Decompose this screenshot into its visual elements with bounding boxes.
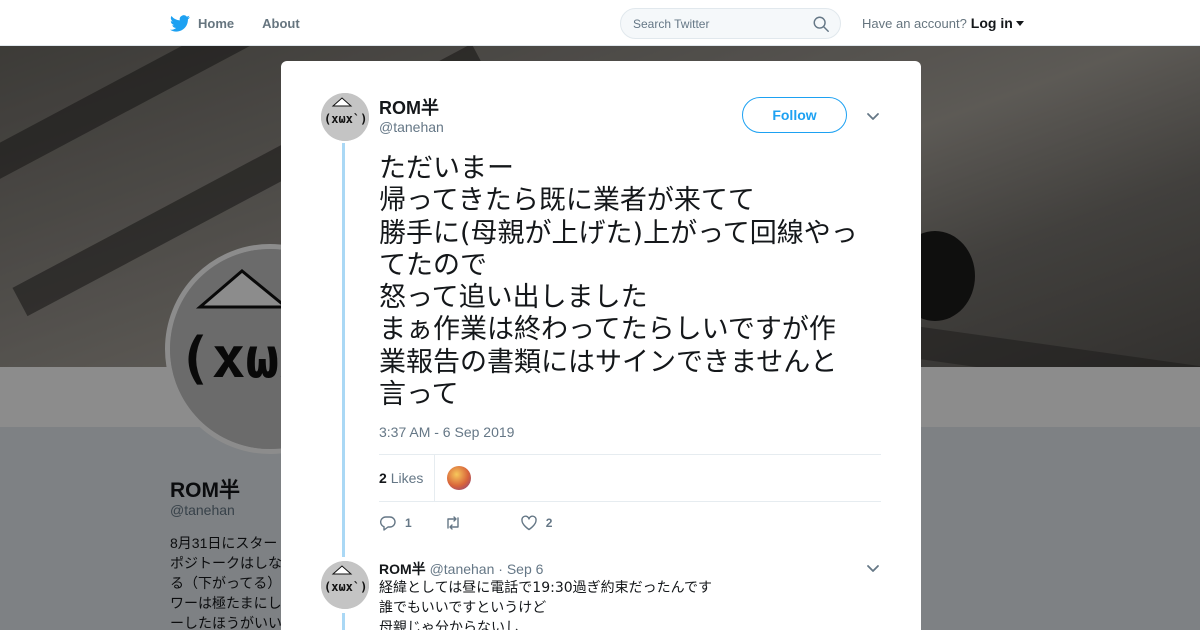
top-navigation-bar: Home About Search Twitter Have an accoun… [0,0,1200,46]
tweet-text: ただいまー 帰ってきたら既に業者が来てて 勝手に(母親が上げた)上がって回線やっ… [379,153,858,411]
search-icon[interactable] [812,15,830,33]
search-placeholder: Search Twitter [633,17,710,31]
avatar-face-icon: (xωx`) [321,93,369,141]
tweet-modal: (xωx`) ROM半 @tanehan Follow ただいまー 帰ってきたら… [281,61,921,630]
author-avatar[interactable]: (xωx`) [321,93,369,141]
likes-stat[interactable]: 2 Likes [379,470,423,486]
account-area: Have an account? Log in [862,15,1024,31]
search-input[interactable]: Search Twitter [620,8,841,39]
likes-label: Likes [390,470,424,486]
thread-line [342,143,345,557]
reply-author-handle[interactable]: @tanehan [430,561,495,577]
reply-text: 経緯としては昼に電話で19:30過ぎ約束だったんです 誰でもいいですというけど … [379,580,712,630]
reply-header: ROM半 @tanehan · Sep 6 [379,559,543,579]
account-prompt: Have an account? [862,15,967,31]
reply-icon [380,516,396,531]
reply-count: 1 [405,516,412,530]
nav-left: Home About [170,0,328,46]
login-button[interactable]: Log in [971,15,1013,31]
reply-date[interactable]: · Sep 6 [498,561,543,577]
reply-author-name[interactable]: ROM半 [379,561,426,577]
chevron-down-icon[interactable] [865,560,881,576]
reply-author-avatar[interactable]: (xωx`) [321,561,369,609]
retweet-icon [446,516,459,530]
author-handle[interactable]: @tanehan [379,119,444,135]
like-count: 2 [545,516,553,530]
tweet-actions: 1 2 [379,512,584,534]
liker-avatar[interactable] [447,466,471,490]
twitter-bird-icon[interactable] [170,14,190,32]
chevron-down-icon[interactable] [1015,20,1024,26]
follow-button[interactable]: Follow [742,97,847,133]
likes-count: 2 [379,470,387,486]
avatar-face-icon: (xωx`) [321,561,369,609]
stats-divider [434,455,435,501]
avatar-face-text: (xωx`) [324,112,367,126]
avatar-face-text: (xωx`) [324,580,367,594]
about-link[interactable]: About [262,16,300,31]
tweet-stats: 2 Likes [379,454,881,502]
thread-line [342,613,345,630]
like-action[interactable]: 2 [520,514,553,532]
tweet-timestamp[interactable]: 3:37 AM - 6 Sep 2019 [379,424,514,440]
retweet-action[interactable] [444,514,470,532]
chevron-down-icon[interactable] [865,108,881,124]
heart-icon [520,515,537,531]
reply-action[interactable]: 1 [379,514,412,532]
author-name[interactable]: ROM半 [379,94,439,120]
home-link[interactable]: Home [198,16,234,31]
